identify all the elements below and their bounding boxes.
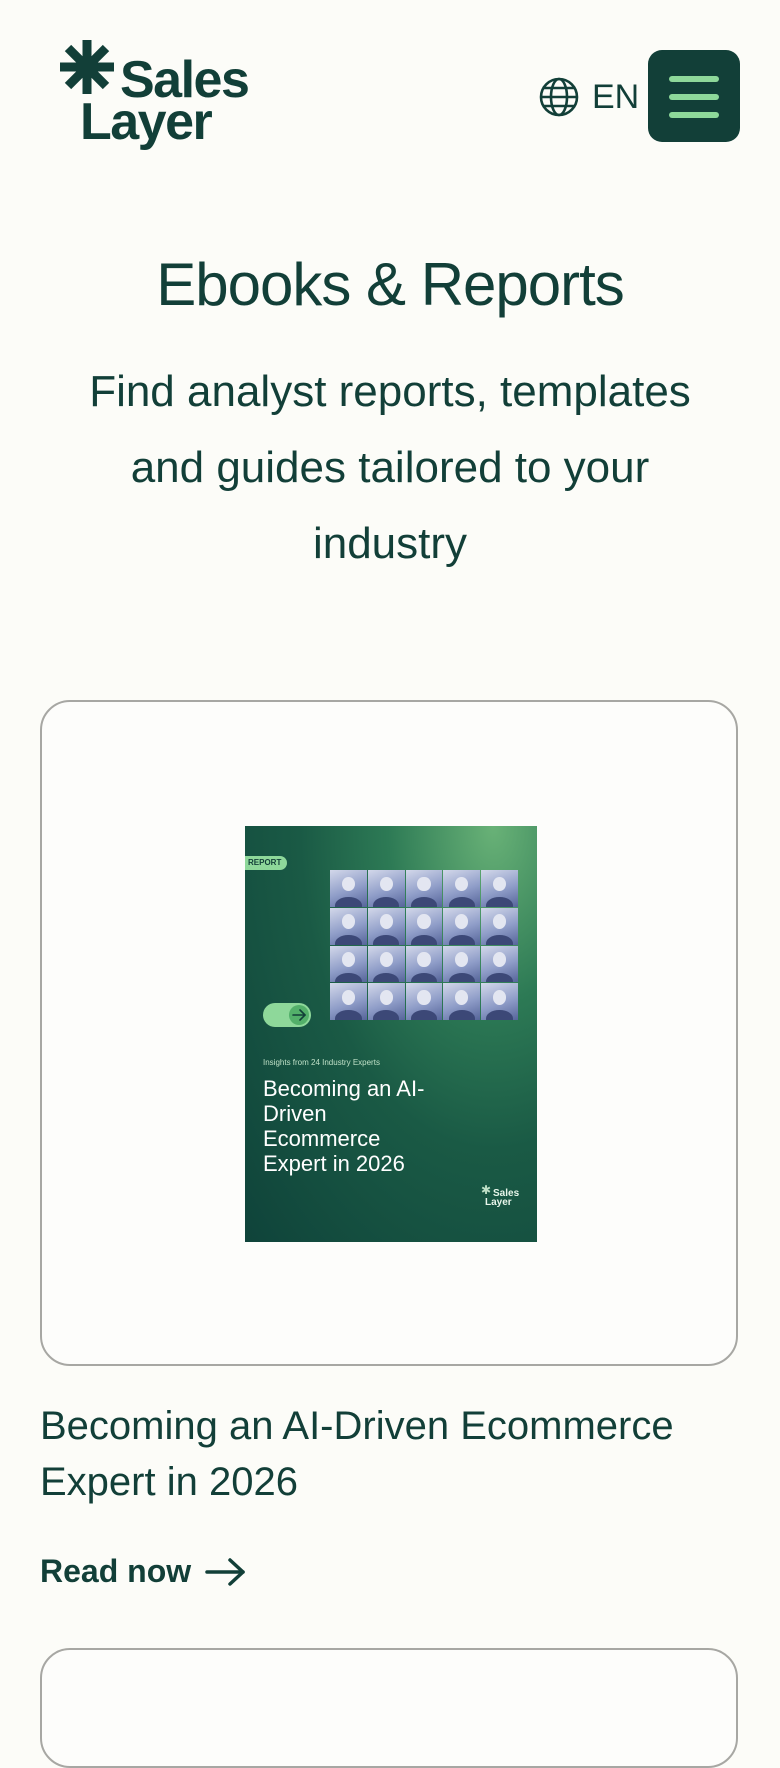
arrow-right-icon — [292, 1009, 306, 1021]
site-header: Sales Layer EN — [0, 0, 780, 190]
expert-photo — [405, 945, 443, 983]
report-cover: REPORT Insights from 24 Industry Experts… — [245, 826, 537, 1242]
menu-button[interactable] — [648, 50, 740, 142]
expert-photo-grid — [330, 870, 518, 1020]
asterisk-logo-icon — [60, 40, 114, 94]
expert-photo — [405, 907, 443, 945]
expert-photo — [367, 983, 405, 1020]
hamburger-menu-icon-bar — [669, 94, 719, 100]
expert-photo — [443, 907, 481, 945]
resource-card-image[interactable]: REPORT Insights from 24 Industry Experts… — [40, 700, 738, 1366]
expert-photo — [367, 945, 405, 983]
page-subtitle: Find analyst reports, templates and guid… — [89, 367, 691, 568]
expert-photo — [330, 983, 367, 1020]
page-title: Ebooks & Reports — [156, 251, 625, 318]
arrow-right-icon — [205, 1557, 245, 1586]
expert-photo — [330, 907, 367, 945]
expert-photo — [405, 983, 443, 1020]
expert-photo — [443, 983, 481, 1020]
cover-kicker: Insights from 24 Industry Experts — [263, 1058, 380, 1067]
expert-photo — [481, 983, 518, 1020]
language-selector[interactable]: EN — [538, 72, 639, 122]
expert-photo — [367, 870, 405, 907]
expert-photo — [481, 907, 518, 945]
expert-photo — [481, 945, 518, 983]
expert-photo — [330, 870, 367, 907]
cover-badge: REPORT — [245, 856, 288, 870]
expert-photo — [443, 945, 481, 983]
resource-card-title[interactable]: Becoming an AI-Driven Ecommerce Expert i… — [40, 1398, 740, 1510]
expert-photo — [367, 907, 405, 945]
expert-photo — [443, 870, 481, 907]
read-now-label: Read now — [40, 1553, 192, 1589]
read-now-link[interactable]: Read now — [40, 1553, 247, 1590]
expert-photo — [481, 870, 518, 907]
expert-photo — [405, 870, 443, 907]
cover-logo: ✱ Sales Layer — [481, 1184, 527, 1208]
logo-text-layer: Layer — [80, 93, 213, 151]
hamburger-menu-icon — [669, 76, 719, 82]
cover-logo-asterisk-icon: ✱ — [481, 1183, 492, 1197]
sales-layer-logo[interactable]: Sales Layer — [58, 38, 268, 156]
language-code: EN — [592, 77, 640, 116]
cover-logo-layer: Layer — [485, 1197, 512, 1208]
expert-photo — [330, 945, 367, 983]
hamburger-menu-icon-bar — [669, 112, 719, 118]
globe-icon — [539, 77, 579, 117]
cover-arrow-pill — [263, 1003, 311, 1027]
resource-card-image-next[interactable] — [40, 1648, 738, 1768]
cover-title: Becoming an AI-Driven Ecommerce Expert i… — [263, 1076, 425, 1176]
